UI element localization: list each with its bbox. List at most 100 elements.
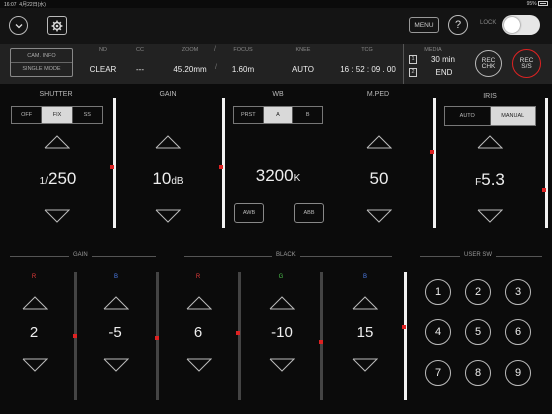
black-user-divider — [404, 272, 407, 400]
status-bar: 16:07 4月22日(水) 95% — [0, 0, 552, 8]
single-mode-label: SINGLE MODE — [22, 66, 61, 72]
black-r-g-divider — [238, 272, 241, 400]
black-b-increase-button[interactable] — [352, 296, 378, 310]
tcg-value[interactable]: 16 : 52 : 09 . 00 — [332, 65, 404, 74]
user-sw-8-button[interactable]: 8 — [465, 360, 491, 386]
camera-info-row: CAM. INFO SINGLE MODE ND CLEAR CC --- ZO… — [0, 44, 552, 84]
black-r-increase-button[interactable] — [186, 296, 212, 310]
awb-label: AWB — [242, 210, 256, 216]
nd-value[interactable]: CLEAR — [86, 65, 120, 74]
gain-decrease-button[interactable] — [155, 209, 181, 223]
focus-header: FOCUS — [233, 47, 253, 53]
rec-check-label: REC CHK — [481, 56, 496, 70]
gain-value: 10dB — [128, 169, 208, 189]
user-sw-5-button[interactable]: 5 — [465, 319, 491, 345]
abb-button[interactable]: ABB — [294, 203, 324, 223]
gain-r-decrease-button[interactable] — [22, 358, 48, 372]
iris-mode-manual[interactable]: MANUAL — [490, 107, 535, 125]
iris-decrease-button[interactable] — [477, 209, 503, 223]
rec-start-stop-button[interactable]: REC S/S — [512, 49, 541, 78]
media-header: MEDIA — [424, 47, 442, 53]
black-r-decrease-button[interactable] — [186, 358, 212, 372]
user-sw-9-button[interactable]: 9 — [505, 360, 531, 386]
gain-unit: dB — [171, 176, 184, 187]
black-g-b-divider — [320, 272, 323, 400]
wb-value: 3200K — [238, 166, 318, 186]
black-g-increase-button[interactable] — [269, 296, 295, 310]
gain-b-marker — [155, 336, 159, 340]
gain-r-tag: R — [31, 274, 37, 280]
rec-check-button[interactable]: REC CHK — [475, 50, 502, 77]
user-sw-4-button[interactable]: 4 — [425, 319, 451, 345]
lock-toggle[interactable] — [502, 15, 540, 35]
cam-info-button[interactable]: CAM. INFO SINGLE MODE — [10, 48, 73, 77]
user-sw-4-label: 4 — [434, 326, 442, 338]
shutter-mode-ss[interactable]: SS — [73, 107, 102, 123]
collapse-button[interactable] — [9, 16, 28, 35]
shutter-mode-off[interactable]: OFF — [12, 107, 43, 123]
abb-label: ABB — [303, 210, 315, 216]
user-sw-2-button[interactable]: 2 — [465, 279, 491, 305]
black-b-value: 15 — [356, 324, 374, 341]
shutter-increase-button[interactable] — [44, 135, 70, 149]
wb-mode-a[interactable]: A — [263, 107, 294, 123]
gain-increase-button[interactable] — [155, 135, 181, 149]
user-sw-8-label: 8 — [474, 367, 482, 379]
knee-value[interactable]: AUTO — [285, 65, 321, 74]
black-g-marker — [319, 340, 323, 344]
gain-b-increase-button[interactable] — [103, 296, 129, 310]
mped-number: 50 — [369, 169, 389, 188]
cc-value[interactable]: --- — [130, 65, 150, 74]
lock-toggle-knob — [504, 17, 520, 33]
shutter-mode-fix[interactable]: FIX — [42, 107, 73, 123]
help-button[interactable]: ? — [448, 15, 468, 35]
shutter-decrease-button[interactable] — [44, 209, 70, 223]
user-sw-1-button[interactable]: 1 — [425, 279, 451, 305]
top-bar: MENU ? LOCK — [0, 8, 552, 44]
nd-header: ND — [99, 47, 107, 53]
shutter-gain-divider — [113, 98, 116, 228]
user-sw-7-label: 7 — [434, 367, 442, 379]
media-slot-2-value: END — [435, 68, 453, 77]
iris-right-bar — [545, 98, 548, 228]
black-g-decrease-button[interactable] — [269, 358, 295, 372]
zoom-value[interactable]: 45.20mm — [170, 65, 210, 74]
settings-button[interactable] — [47, 16, 67, 35]
gain-wb-divider — [222, 98, 225, 228]
mped-label: M.PED — [366, 91, 390, 98]
user-sw-2-label: 2 — [474, 286, 482, 298]
menu-button[interactable]: MENU — [409, 17, 439, 33]
iris-mode-auto[interactable]: AUTO — [445, 107, 491, 125]
mped-decrease-button[interactable] — [366, 209, 392, 223]
iris-increase-button[interactable] — [477, 135, 503, 149]
mped-value: 50 — [339, 169, 419, 189]
awb-button[interactable]: AWB — [234, 203, 264, 223]
wb-mode-preset[interactable]: PRST — [234, 107, 264, 123]
iris-label: IRIS — [483, 93, 497, 100]
media-slot-1-value: 30 min — [430, 55, 455, 64]
black-b-tag: B — [362, 274, 367, 280]
tcg-header: TCG — [361, 47, 373, 53]
wb-mode-selector: PRST A B — [233, 106, 323, 124]
rec-start-stop-label: REC S/S — [519, 56, 534, 70]
gain-number: 10 — [152, 169, 172, 188]
black-g-value: -10 — [271, 324, 293, 341]
wb-label: WB — [272, 91, 284, 98]
user-sw-3-button[interactable]: 3 — [505, 279, 531, 305]
black-b-decrease-button[interactable] — [352, 358, 378, 372]
user-sw-label: USER SW — [460, 252, 497, 258]
user-sw-7-button[interactable]: 7 — [425, 360, 451, 386]
black-r-marker — [236, 331, 240, 335]
shutter-number: 250 — [47, 169, 77, 188]
gain-r-marker — [73, 334, 77, 338]
focus-value[interactable]: 1.60m — [228, 65, 258, 74]
black-r-tag: R — [195, 274, 201, 280]
gain-b-decrease-button[interactable] — [103, 358, 129, 372]
mped-increase-button[interactable] — [366, 135, 392, 149]
user-sw-6-button[interactable]: 6 — [505, 319, 531, 345]
gain-r-increase-button[interactable] — [22, 296, 48, 310]
mped-marker — [430, 150, 434, 154]
shutter-value: 1/250 — [18, 169, 98, 189]
shutter-label: SHUTTER — [39, 91, 73, 98]
wb-mode-b[interactable]: B — [293, 107, 322, 123]
